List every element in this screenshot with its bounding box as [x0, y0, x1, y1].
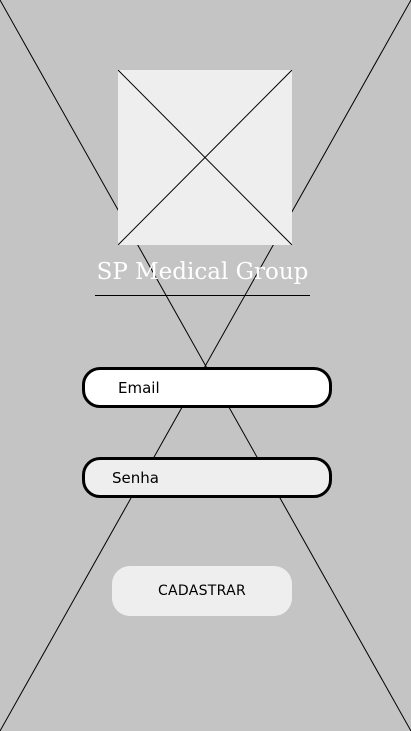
senha-field[interactable]: [82, 457, 332, 498]
image-placeholder-icon: [118, 70, 292, 245]
cadastrar-button[interactable]: CADASTRAR: [112, 566, 292, 616]
email-field[interactable]: [82, 367, 332, 408]
title-underline: [95, 295, 310, 296]
logo-image-placeholder: [118, 70, 292, 245]
app-title: SP Medical Group: [96, 259, 309, 285]
senha-input[interactable]: [85, 460, 329, 495]
email-input[interactable]: [85, 370, 329, 405]
cadastrar-button-label: CADASTRAR: [157, 583, 247, 599]
register-screen: SP Medical Group CADASTRAR: [0, 0, 411, 731]
